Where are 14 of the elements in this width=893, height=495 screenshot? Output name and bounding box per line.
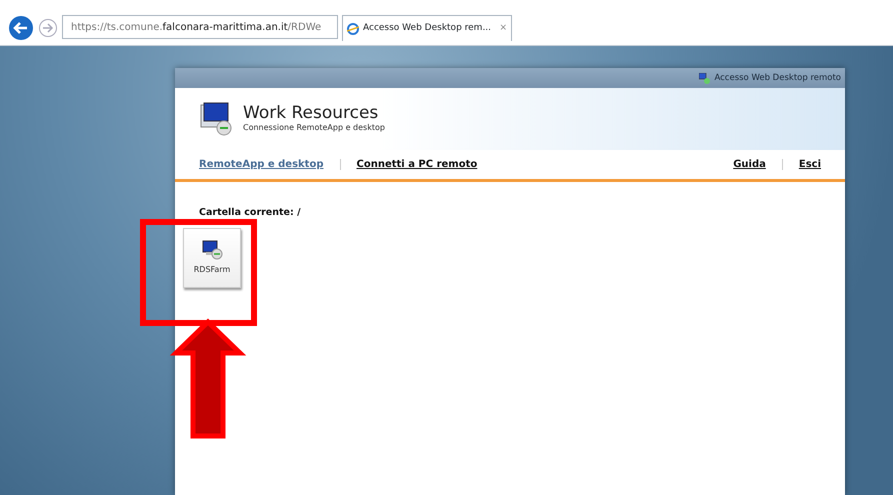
url-text: https://ts.comune.falconara-marittima.an.it/RDWe — [71, 20, 322, 34]
page-title: Work Resources — [243, 104, 380, 122]
nav-link[interactable]: Connetti a PC remoto — [356, 157, 478, 172]
address-bar[interactable]: https://ts.comune.falconara-marittima.an.it/RDWe — [62, 15, 338, 39]
nav-link[interactable]: Esci — [798, 157, 821, 172]
page-subtitle: Connessione RemoteApp e desktop — [243, 122, 385, 134]
close-tab[interactable]: × — [499, 22, 507, 36]
top-bar-title: Accesso Web Desktop remoto — [714, 72, 841, 84]
remote-desktop-tile[interactable]: RDSFarm — [183, 228, 241, 288]
tab-title: Accesso Web Desktop rem... — [363, 22, 492, 35]
nav-link[interactable]: RemoteApp e desktop — [199, 157, 324, 172]
nav-link[interactable]: Guida — [733, 157, 766, 172]
current-folder-label: Cartella corrente: / — [199, 206, 302, 220]
browser-tab[interactable]: Accesso Web Desktop rem... × — [342, 15, 512, 41]
